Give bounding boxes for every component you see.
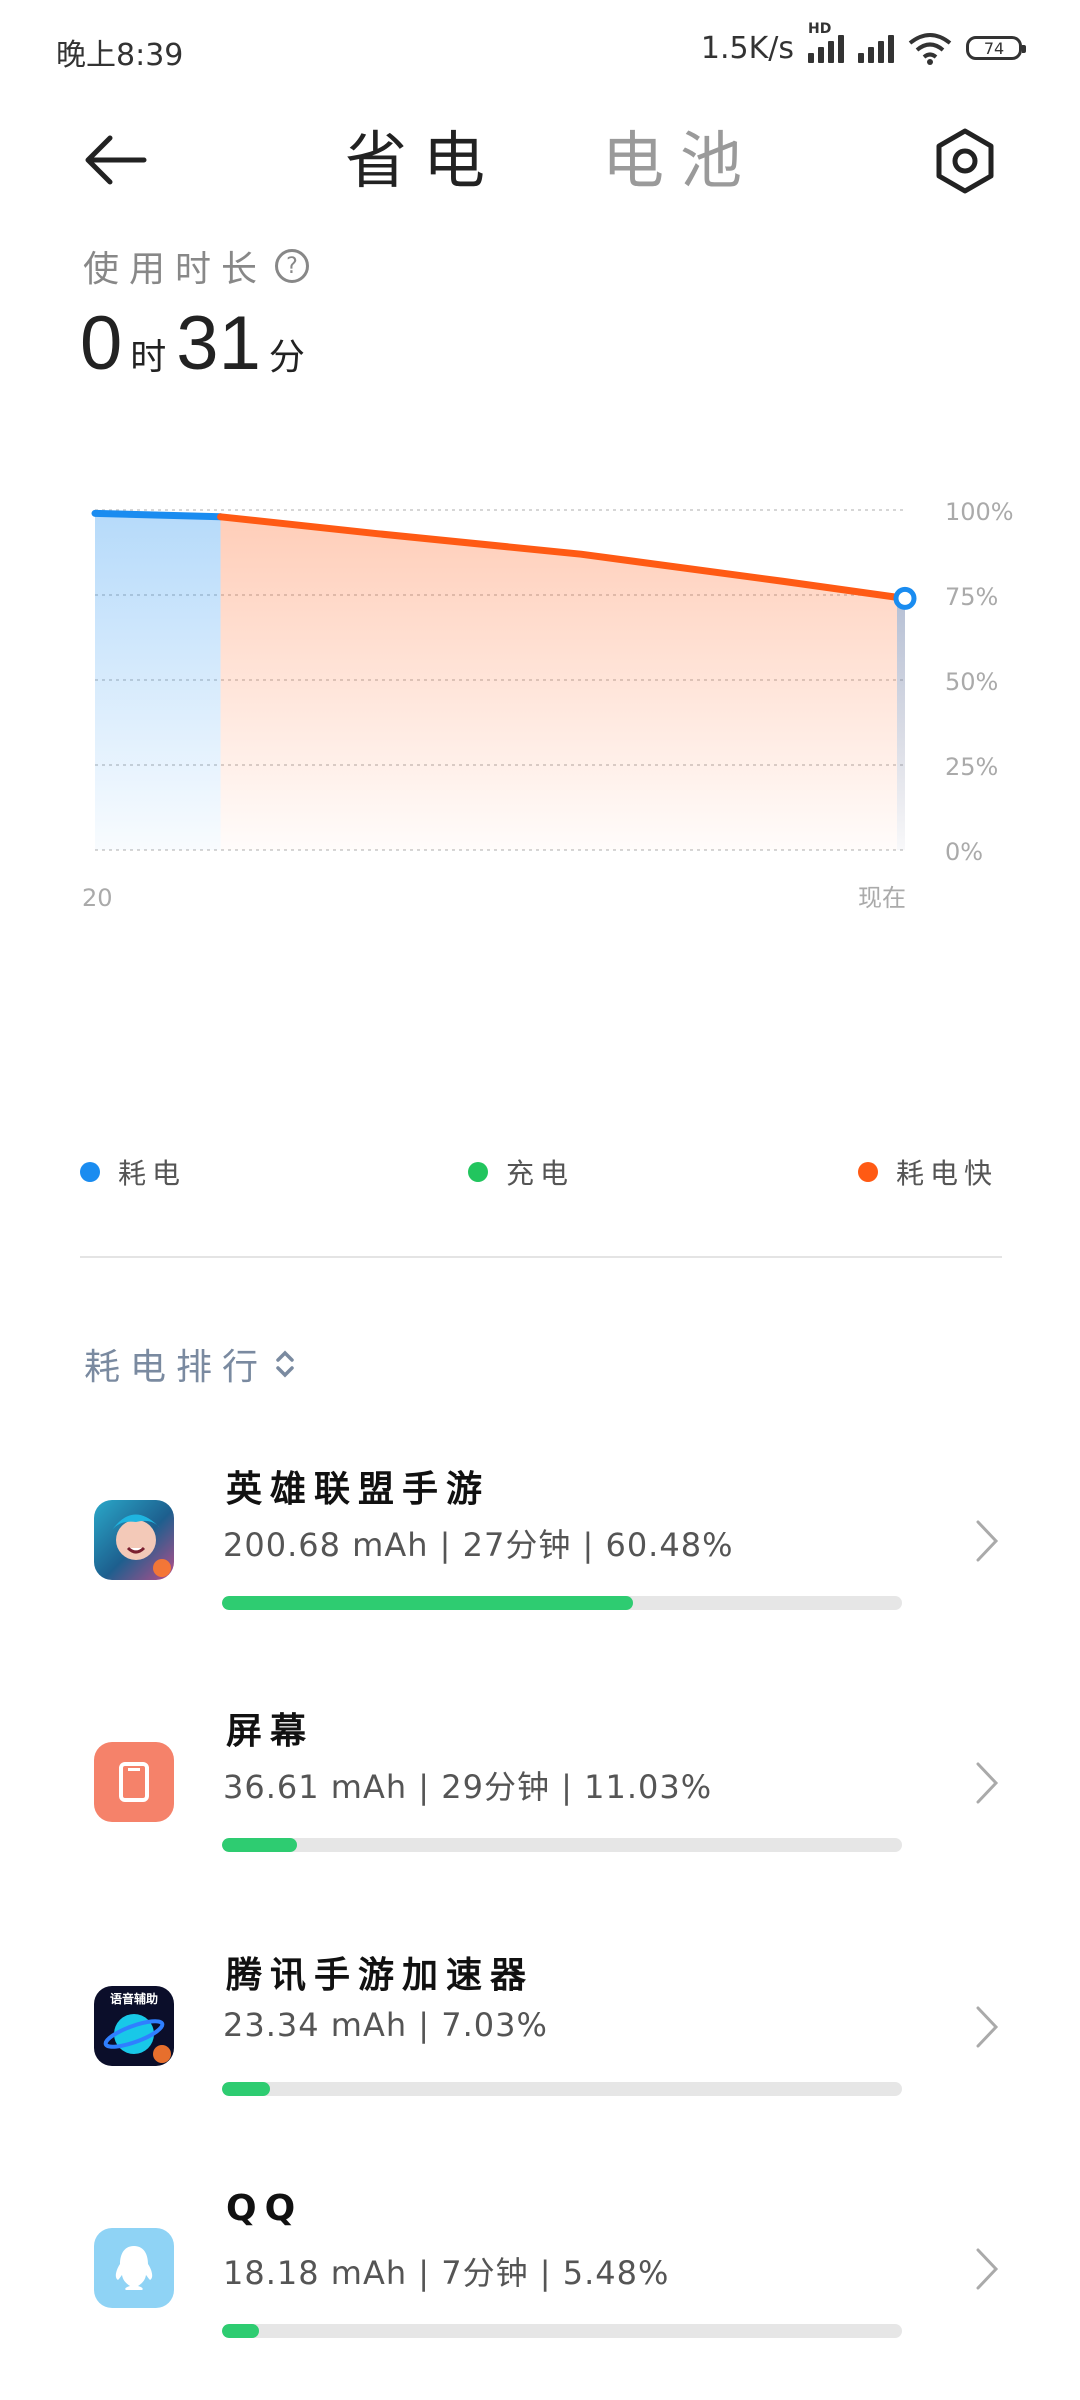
- y-tick-label: 0%: [945, 838, 983, 866]
- screen-icon: [94, 1742, 174, 1822]
- y-tick-label: 25%: [945, 753, 998, 781]
- current-time-strip: [897, 598, 905, 850]
- wifi-icon: [908, 33, 952, 65]
- legend-dot-charging: [468, 1162, 488, 1182]
- app-stats: 23.34 mAh | 7.03%: [223, 2006, 548, 2044]
- sort-icon: [276, 1350, 294, 1378]
- usage-duration-value: 0 时 31 分: [80, 300, 315, 387]
- y-tick-label: 75%: [945, 583, 998, 611]
- chevron-right-icon: [976, 2006, 999, 2048]
- y-tick-label: 100%: [945, 498, 1014, 526]
- legend-dot-fast-consumption: [858, 1162, 878, 1182]
- legend-consumption: 耗电: [80, 1152, 186, 1192]
- usage-hours: 0: [80, 301, 123, 386]
- chevron-right-icon: [976, 2248, 999, 2290]
- tab-battery[interactable]: 电池: [602, 110, 758, 200]
- legend-label-charging: 充电: [506, 1157, 575, 1190]
- ranking-sort-toggle[interactable]: 耗电排行: [84, 1338, 298, 1390]
- usage-hours-unit: 时: [130, 337, 167, 378]
- series-line-1: [91, 509, 225, 521]
- app-stats: 200.68 mAh | 27分钟 | 60.48%: [223, 1526, 734, 1564]
- status-time: 晚上8:39: [56, 38, 184, 73]
- app-row-qq[interactable]: QQ 18.18 mAh | 7分钟 | 5.48%: [0, 2168, 1080, 2368]
- legend-charging: 充电: [468, 1152, 574, 1192]
- current-level-marker: [893, 586, 917, 610]
- usage-progress-bar: [222, 1838, 902, 1852]
- legend-dot-consumption: [80, 1162, 100, 1182]
- usage-progress-fill: [222, 2082, 270, 2096]
- usage-duration-label: 使用时长 ?: [83, 240, 310, 292]
- network-speed: 1.5K/s: [700, 30, 794, 66]
- app-name: 腾讯手游加速器: [226, 1955, 535, 1996]
- signal-hd-icon: HD: [808, 21, 844, 63]
- app-name: QQ: [226, 2188, 304, 2229]
- usage-progress-fill: [222, 2324, 260, 2338]
- app-name: 屏幕: [226, 1711, 315, 1752]
- app-row-lol[interactable]: 英雄联盟手游 200.68 mAh | 27分钟 | 60.48%: [0, 1440, 1080, 1640]
- usage-label-text: 使用时长: [83, 249, 268, 290]
- ranking-title: 耗电排行: [84, 1347, 269, 1388]
- help-icon[interactable]: ?: [275, 249, 310, 283]
- usage-progress-fill: [222, 1838, 297, 1852]
- usage-minutes-unit: 分: [268, 337, 305, 378]
- legend-label-consumption: 耗电: [118, 1157, 187, 1190]
- status-icons: 1.5K/s HD 74: [700, 21, 1026, 70]
- battery-level: 74: [983, 38, 1005, 58]
- app-stats: 18.18 mAh | 7分钟 | 5.48%: [223, 2254, 670, 2292]
- tab-power-saving[interactable]: 省电: [345, 110, 501, 200]
- signal-icon: [858, 33, 894, 63]
- accelerator-icon: 语音辅助: [94, 1986, 174, 2066]
- app-name: 英雄联盟手游: [226, 1469, 491, 1510]
- series-area-1: [95, 513, 221, 850]
- legend-fast-consumption: 耗电快: [858, 1152, 998, 1192]
- usage-progress-bar: [222, 1596, 902, 1610]
- legend-label-fast-consumption: 耗电快: [896, 1157, 999, 1190]
- chevron-right-icon: [976, 1520, 999, 1562]
- app-stats: 36.61 mAh | 29分钟 | 11.03%: [223, 1768, 713, 1806]
- lol-game-icon: [94, 1500, 174, 1580]
- section-divider: [80, 1256, 1002, 1258]
- settings-icon[interactable]: [930, 126, 1000, 196]
- usage-progress-fill: [222, 1596, 634, 1610]
- qq-icon: [94, 2228, 174, 2308]
- usage-progress-bar: [222, 2082, 902, 2096]
- x-tick-label: 20: [82, 884, 113, 912]
- chevron-right-icon: [976, 1762, 999, 1804]
- back-arrow-icon[interactable]: [80, 124, 152, 196]
- series-area-2: [220, 516, 906, 850]
- battery-level-chart: 100% 75% 50% 25% 0% 20 现在: [82, 498, 1014, 912]
- battery-icon: 74: [966, 36, 1026, 60]
- usage-progress-bar: [222, 2324, 902, 2338]
- y-tick-label: 50%: [945, 668, 998, 696]
- hd-label: HD: [808, 21, 832, 37]
- app-row-screen[interactable]: 屏幕 36.61 mAh | 29分钟 | 11.03%: [0, 1682, 1080, 1882]
- usage-minutes: 31: [176, 301, 261, 386]
- app-row-accelerator[interactable]: 语音辅助 腾讯手游加速器 23.34 mAh | 7.03%: [0, 1926, 1080, 2126]
- x-tick-label: 现在: [858, 884, 906, 912]
